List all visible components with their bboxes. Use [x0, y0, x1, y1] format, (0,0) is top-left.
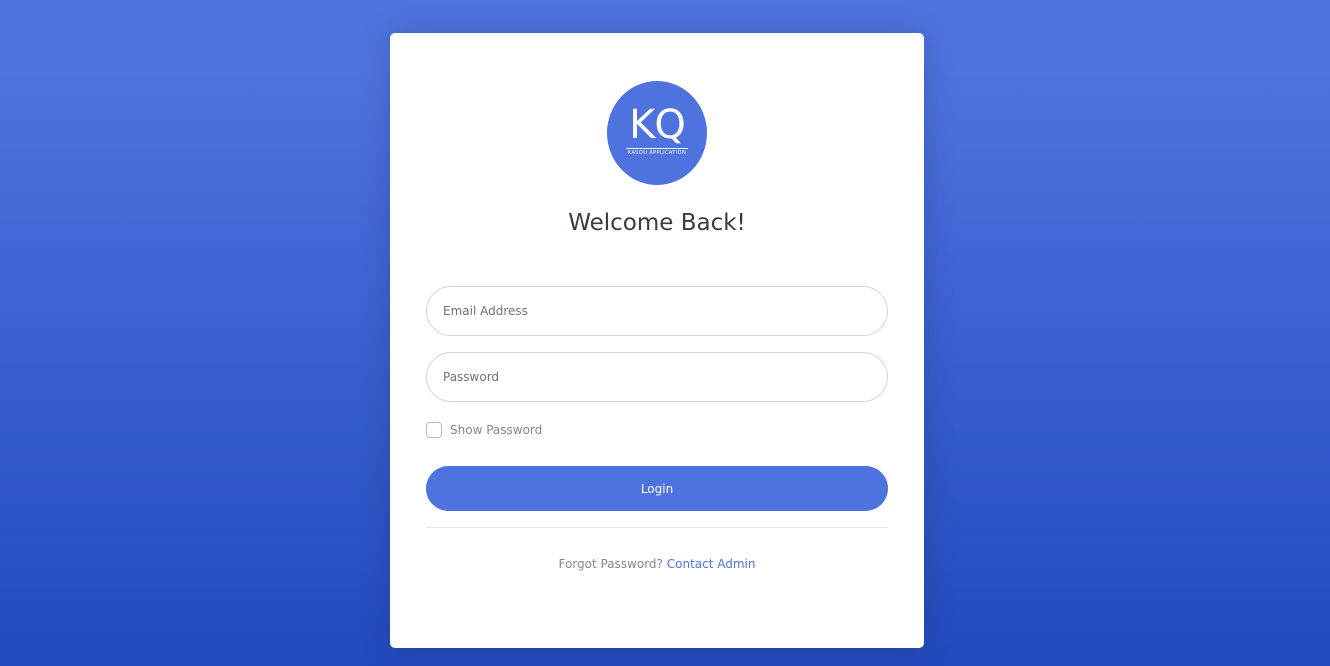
logo-mark: KQ — [629, 102, 686, 148]
logo-subtitle: KASQU APPLICATION — [627, 150, 687, 156]
email-field[interactable] — [426, 286, 888, 336]
logo-underline — [626, 148, 688, 149]
forgot-password-row: Forgot Password? Contact Admin — [390, 556, 924, 573]
app-logo: KQ KASQU APPLICATION — [607, 81, 707, 185]
show-password-label[interactable]: Show Password — [450, 423, 542, 437]
login-card: KQ KASQU APPLICATION Welcome Back! Show … — [390, 33, 924, 648]
password-field[interactable] — [426, 352, 888, 402]
show-password-checkbox[interactable] — [426, 422, 442, 438]
login-button[interactable]: Login — [426, 466, 888, 511]
divider — [426, 527, 888, 528]
page-title: Welcome Back! — [568, 210, 746, 236]
contact-admin-link[interactable]: Contact Admin — [667, 557, 756, 571]
forgot-password-text: Forgot Password? — [558, 557, 663, 571]
show-password-toggle[interactable]: Show Password — [426, 421, 542, 439]
